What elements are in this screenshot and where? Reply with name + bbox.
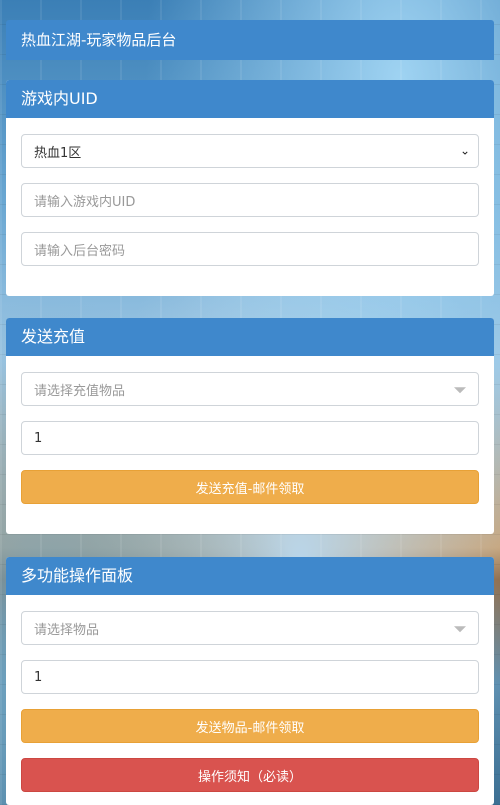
notice-button[interactable]: 操作须知（必读）	[21, 758, 479, 792]
multi-function-panel: 多功能操作面板 请选择物品 1 发送物品-邮件领取 操作须知（必读）	[6, 557, 494, 805]
uid-panel: 游戏内UID 热血1区 ⌄ 请输入游戏内UID 请输入后台密码	[6, 80, 494, 296]
item-quantity-input[interactable]: 1	[21, 660, 479, 694]
server-select-value: 热血1区	[34, 145, 82, 161]
uid-panel-title: 游戏内UID	[21, 89, 98, 108]
recharge-item-select[interactable]: 请选择充值物品	[21, 372, 479, 406]
send-recharge-label: 发送充值-邮件领取	[195, 481, 305, 497]
notice-label: 操作须知（必读）	[197, 769, 302, 785]
recharge-panel: 发送充值 请选择充值物品 1 发送充值-邮件领取	[6, 318, 494, 534]
item-select[interactable]: 请选择物品	[21, 611, 479, 645]
server-select[interactable]: 热血1区 ⌄	[21, 134, 479, 168]
app-title-bar: 热血江湖-玩家物品后台	[6, 20, 494, 60]
chevron-down-icon: ⌄	[459, 143, 470, 158]
caret-down-icon	[454, 387, 466, 394]
password-input[interactable]: 请输入后台密码	[21, 232, 479, 266]
uid-panel-header: 游戏内UID	[6, 80, 494, 118]
recharge-panel-title: 发送充值	[21, 327, 86, 346]
recharge-quantity-input[interactable]: 1	[21, 421, 479, 455]
multi-panel-title: 多功能操作面板	[21, 566, 134, 585]
uid-input-placeholder: 请输入游戏内UID	[34, 194, 136, 210]
send-item-button[interactable]: 发送物品-邮件领取	[21, 709, 479, 743]
recharge-quantity-value: 1	[34, 430, 43, 446]
send-recharge-button[interactable]: 发送充值-邮件领取	[21, 470, 479, 504]
recharge-panel-header: 发送充值	[6, 318, 494, 356]
app-title: 热血江湖-玩家物品后台	[21, 31, 177, 49]
uid-input[interactable]: 请输入游戏内UID	[21, 183, 479, 217]
password-input-placeholder: 请输入后台密码	[34, 243, 126, 259]
send-item-label: 发送物品-邮件领取	[195, 720, 305, 736]
caret-down-icon	[454, 626, 466, 633]
multi-panel-header: 多功能操作面板	[6, 557, 494, 595]
item-quantity-value: 1	[34, 669, 43, 685]
recharge-item-placeholder: 请选择充值物品	[34, 383, 126, 399]
item-select-placeholder: 请选择物品	[34, 622, 100, 638]
